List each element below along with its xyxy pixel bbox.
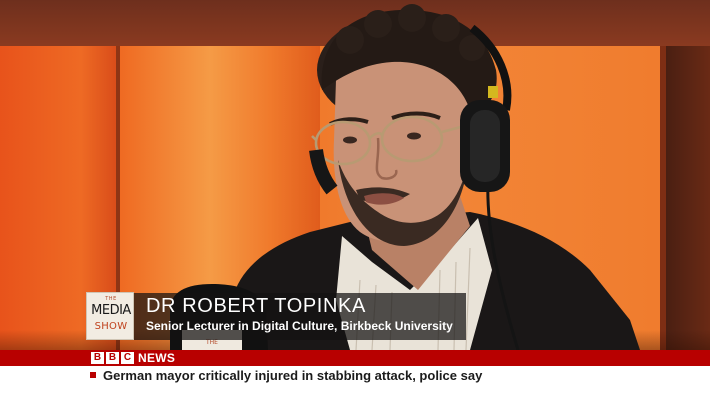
media-show-logo: THE MEDIA SHOW	[86, 292, 134, 340]
ticker-bullet-icon	[90, 372, 96, 378]
logo-show-text: SHOW	[94, 321, 128, 332]
news-wordmark: NEWS	[138, 351, 176, 365]
ticker-headline: German mayor critically injured in stabb…	[103, 368, 483, 383]
guest-name-caption: DR ROBERT TOPINKA	[146, 295, 366, 317]
logo-media-text: MEDIA	[91, 303, 131, 318]
mic-flag-text: THE	[205, 339, 218, 346]
bbc-logo-block-c: C	[121, 352, 134, 364]
video-frame: THE THE MEDIA SHOW DR ROBERT TOPINKA Sen…	[0, 0, 710, 400]
logo-the-text: THE	[105, 296, 117, 302]
bbc-logo-block-b: B	[91, 352, 104, 364]
bbc-logo-block-b: B	[106, 352, 119, 364]
guest-title-caption: Senior Lecturer in Digital Culture, Birk…	[146, 319, 453, 333]
